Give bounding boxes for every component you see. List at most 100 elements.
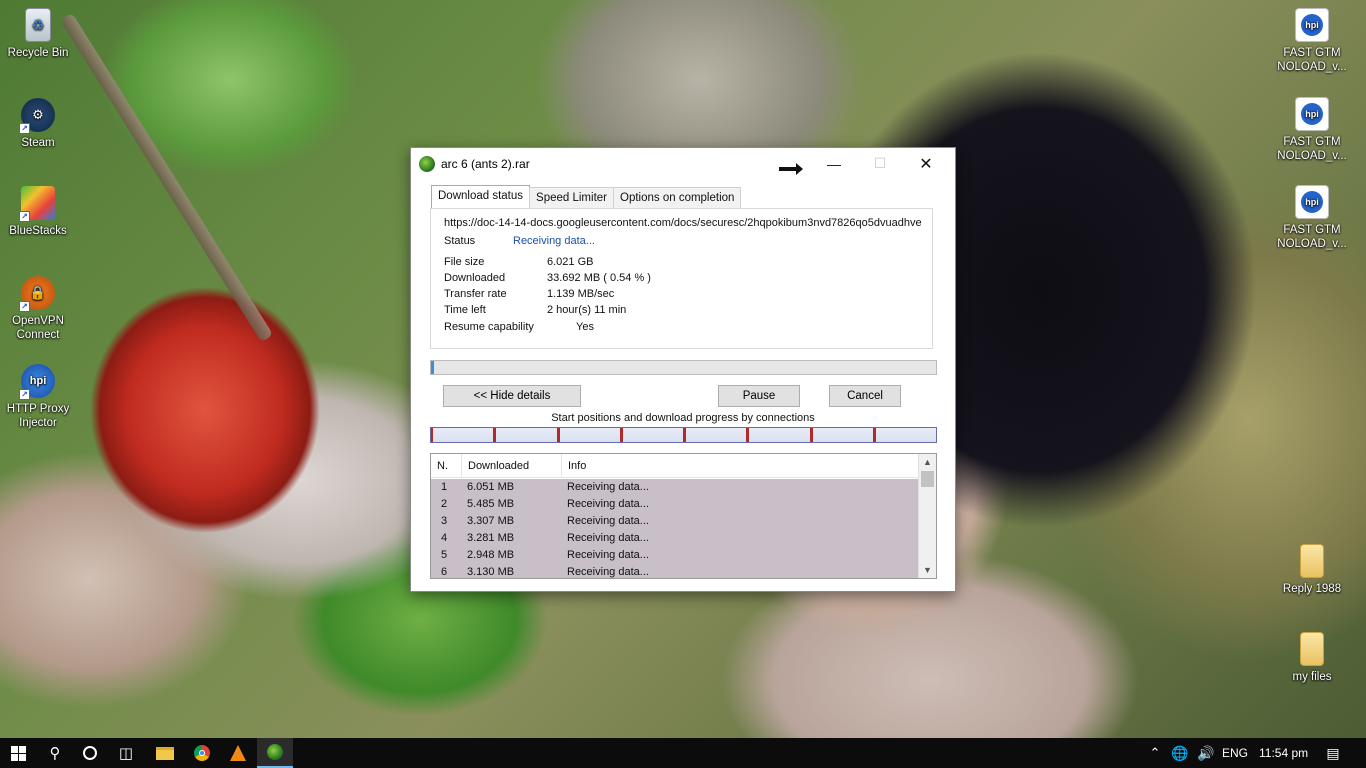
download-window: arc 6 (ants 2).rar — ☐ ✕ Download status… — [410, 147, 956, 592]
connection-segment — [809, 428, 873, 442]
cortana-icon[interactable] — [72, 738, 108, 768]
hide-details-button[interactable]: << Hide details — [443, 385, 581, 407]
connection-downloaded: 2.948 MB — [467, 549, 515, 561]
vlc-icon[interactable] — [220, 738, 256, 768]
transfer-rate-label: Transfer rate — [444, 288, 507, 300]
desktop-icon-label: OpenVPN Connect — [12, 315, 64, 341]
connection-downloaded: 3.281 MB — [467, 532, 515, 544]
window-titlebar[interactable]: arc 6 (ants 2).rar — ☐ ✕ — [411, 148, 955, 179]
connection-info: Receiving data... — [567, 481, 649, 493]
desktop-icon-http-proxy-injector[interactable]: hpi ↗ HTTP Proxy Injector — [0, 364, 76, 430]
start-button[interactable] — [0, 738, 36, 768]
pause-button[interactable]: Pause — [718, 385, 800, 407]
connection-segment — [619, 428, 683, 442]
table-row[interactable]: 1 6.051 MB Receiving data... — [431, 479, 918, 496]
desktop-icon-fast-gtm-2[interactable]: hpi FAST GTM NOLOAD_v... — [1274, 97, 1350, 163]
desktop-icon-steam[interactable]: ⚙ ↗ Steam — [0, 98, 76, 150]
hpi-file-icon: hpi — [1295, 185, 1329, 219]
openvpn-icon: 🔒 ↗ — [19, 276, 55, 312]
download-manager-taskbar-icon[interactable] — [257, 738, 293, 768]
volume-icon[interactable]: 🔊 — [1192, 738, 1220, 768]
connection-downloaded: 5.485 MB — [467, 498, 515, 510]
file-size-value: 6.021 GB — [547, 256, 594, 268]
connection-segment — [746, 428, 810, 442]
table-row[interactable]: 4 3.281 MB Receiving data... — [431, 530, 918, 547]
connection-number: 2 — [441, 498, 448, 510]
tab-speed-limiter[interactable]: Speed Limiter — [529, 187, 614, 208]
connection-number: 6 — [441, 566, 448, 578]
connection-downloaded: 3.130 MB — [467, 566, 515, 578]
table-row[interactable]: 6 3.130 MB Receiving data... — [431, 564, 918, 578]
connection-segment — [556, 428, 620, 442]
desktop-icon-fast-gtm-1[interactable]: hpi FAST GTM NOLOAD_v... — [1274, 8, 1350, 74]
time-left-value: 2 hour(s) 11 min — [547, 304, 627, 316]
time-left-label: Time left — [444, 304, 486, 316]
connection-info: Receiving data... — [567, 566, 649, 578]
tab-options-on-completion[interactable]: Options on completion — [613, 187, 742, 208]
file-size-label: File size — [444, 256, 485, 268]
connections-progress-bar — [430, 427, 937, 443]
desktop-icon-label: FAST GTM NOLOAD_v... — [1277, 47, 1347, 73]
table-row[interactable]: 5 2.948 MB Receiving data... — [431, 547, 918, 564]
taskbar: ⚲ ◫ ⌃ 🌐 🔊 ENG 11:54 pm ▤ — [0, 738, 1366, 768]
transfer-rate-value: 1.139 MB/sec — [547, 288, 615, 300]
desktop-icon-label: Recycle Bin — [7, 47, 69, 59]
mouse-cursor-icon — [779, 163, 803, 175]
recycle-bin-icon: ♻ — [25, 8, 51, 42]
show-hidden-icons-icon[interactable]: ⌃ — [1141, 738, 1169, 768]
steam-icon: ⚙ ↗ — [19, 98, 55, 134]
download-progress-bar — [430, 360, 937, 375]
windows-logo-icon — [10, 745, 26, 761]
status-value: Receiving data... — [513, 235, 595, 247]
close-button[interactable]: ✕ — [903, 148, 949, 179]
connection-info: Receiving data... — [567, 549, 649, 561]
action-center-icon[interactable]: ▤ — [1316, 738, 1350, 768]
tab-download-status[interactable]: Download status — [431, 185, 531, 208]
desktop-icon-label: BlueStacks — [9, 225, 67, 237]
download-status-panel: https://doc-14-14-docs.googleusercontent… — [430, 208, 933, 349]
column-header-info[interactable]: Info — [562, 454, 918, 477]
desktop-icon-bluestacks[interactable]: ↗ BlueStacks — [0, 186, 76, 238]
network-globe-icon[interactable]: 🌐 — [1166, 738, 1194, 768]
scroll-down-icon[interactable]: ▼ — [919, 562, 936, 578]
resume-capability-value: Yes — [576, 321, 594, 333]
status-label: Status — [444, 235, 476, 247]
file-explorer-icon[interactable] — [147, 738, 183, 768]
folder-icon — [1300, 632, 1324, 666]
tab-bar: Download status Speed Limiter Options on… — [431, 185, 742, 208]
downloaded-value: 33.692 MB ( 0.54 % ) — [547, 272, 651, 284]
minimize-button[interactable]: — — [811, 148, 857, 179]
connections-table-header: N. Downloaded Info — [431, 454, 918, 478]
column-header-n[interactable]: N. — [431, 454, 462, 477]
connection-number: 4 — [441, 532, 448, 544]
search-icon[interactable]: ⚲ — [37, 738, 73, 768]
download-url: https://doc-14-14-docs.googleusercontent… — [444, 217, 922, 229]
table-row[interactable]: 2 5.485 MB Receiving data... — [431, 496, 918, 513]
desktop-icon-reply-1988[interactable]: Reply 1988 — [1274, 544, 1350, 596]
connections-scrollbar[interactable]: ▲ ▼ — [918, 454, 936, 578]
desktop-icon-label: Steam — [21, 137, 55, 149]
desktop-icon-fast-gtm-3[interactable]: hpi FAST GTM NOLOAD_v... — [1274, 185, 1350, 251]
window-title: arc 6 (ants 2).rar — [441, 156, 530, 171]
maximize-button[interactable]: ☐ — [857, 148, 903, 179]
cancel-button[interactable]: Cancel — [829, 385, 901, 407]
connection-info: Receiving data... — [567, 515, 649, 527]
chrome-icon[interactable] — [184, 738, 220, 768]
connections-table-body: 1 6.051 MB Receiving data... 2 5.485 MB Recei… — [431, 479, 918, 578]
desktop-icon-recycle-bin[interactable]: ♻ Recycle Bin — [0, 8, 76, 60]
clock[interactable]: 11:54 pm — [1259, 738, 1308, 768]
http-proxy-injector-icon: hpi ↗ — [19, 364, 55, 400]
hpi-file-icon: hpi — [1295, 97, 1329, 131]
desktop-icon-label: my files — [1292, 671, 1332, 683]
connections-table: N. Downloaded Info 1 6.051 MB Receiving da… — [430, 453, 937, 579]
scroll-up-icon[interactable]: ▲ — [919, 454, 936, 470]
task-view-icon[interactable]: ◫ — [108, 738, 144, 768]
table-row[interactable]: 3 3.307 MB Receiving data... — [431, 513, 918, 530]
scroll-thumb[interactable] — [921, 471, 934, 487]
column-header-downloaded[interactable]: Downloaded — [462, 454, 562, 477]
connection-downloaded: 3.307 MB — [467, 515, 515, 527]
desktop-icon-my-files[interactable]: my files — [1274, 632, 1350, 684]
desktop-icon-openvpn[interactable]: 🔒 ↗ OpenVPN Connect — [0, 276, 76, 342]
downloaded-label: Downloaded — [444, 272, 506, 284]
language-indicator[interactable]: ENG — [1222, 738, 1248, 768]
